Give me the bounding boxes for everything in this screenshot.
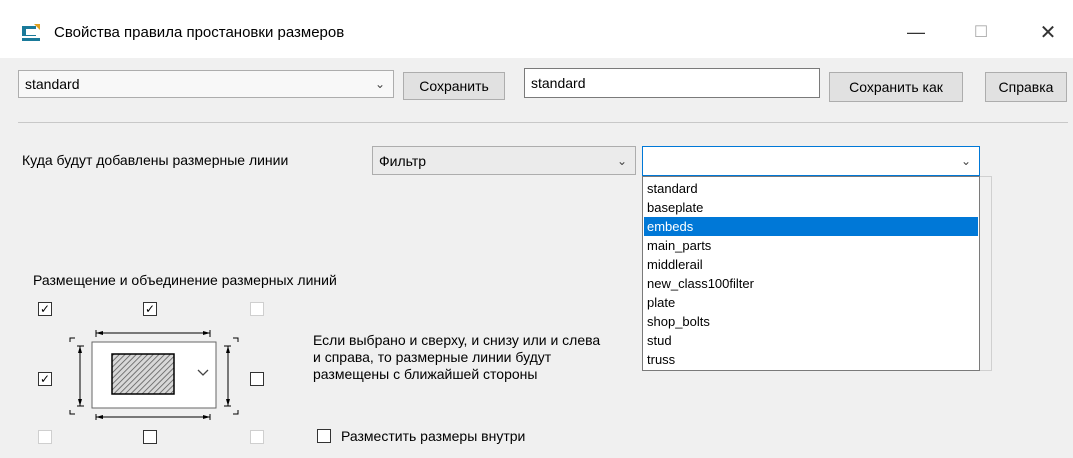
save-as-button[interactable]: Сохранить как [829,72,963,102]
place-inside-checkbox[interactable] [317,429,331,443]
preset-select[interactable]: standard ⌄ [18,70,394,98]
chevron-down-icon: ⌄ [616,153,627,168]
info-text-line-1: Если выбрано и сверху, и снизу или и сле… [313,332,601,348]
dropdown-side-panel [980,176,992,371]
chevron-down-icon: ⌄ [960,154,971,168]
help-button[interactable]: Справка [985,72,1067,102]
name-input[interactable]: standard [524,68,820,98]
save-button[interactable]: Сохранить [403,72,505,100]
dropdown-option[interactable]: truss [644,350,978,369]
chevron-down-icon: ⌄ [374,77,385,91]
info-text-line-3: размещены с ближайшей стороны [313,366,538,382]
filter-value-select[interactable]: ⌄ [642,146,980,176]
preset-select-value: standard [25,76,80,92]
dropdown-option[interactable]: standard [644,179,978,198]
dimension-preview-diagram [66,328,242,424]
filter-value-dropdown: standard baseplate embeds main_parts mid… [642,176,980,371]
bottom-center-checkbox[interactable] [143,430,157,444]
bottom-left-checkbox[interactable] [38,430,52,444]
dropdown-option[interactable]: stud [644,331,978,350]
dropdown-option[interactable]: new_class100filter [644,274,978,293]
placement-heading: Размещение и объединение размерных линий [33,272,337,288]
top-right-checkbox[interactable] [250,302,264,316]
middle-left-checkbox[interactable]: ✓ [38,372,52,386]
check-icon: ✓ [144,302,156,316]
name-input-value: standard [531,75,586,91]
dropdown-option[interactable]: plate [644,293,978,312]
bottom-right-checkbox[interactable] [250,430,264,444]
divider [18,122,1068,123]
dropdown-option-selected[interactable]: embeds [644,217,978,236]
place-inside-label: Разместить размеры внутри [341,428,526,444]
maximize-button[interactable]: ☐ [958,14,1004,50]
dropdown-option[interactable]: main_parts [644,236,978,255]
filter-select-value: Фильтр [379,152,427,169]
filter-select[interactable]: Фильтр ⌄ [372,146,636,175]
window-title: Свойства правила простановки размеров [54,24,345,41]
app-icon [20,24,42,42]
check-icon: ✓ [39,372,51,386]
check-icon: ✓ [39,302,51,316]
dropdown-option[interactable]: middlerail [644,255,978,274]
middle-right-checkbox[interactable] [250,372,264,386]
target-label: Куда будут добавлены размерные линии [22,152,289,168]
top-left-checkbox[interactable]: ✓ [38,302,52,316]
info-text-line-2: и справа, то размерные линии будут [313,349,552,365]
close-button[interactable]: ✕ [1025,14,1071,50]
minimize-button[interactable]: — [893,14,939,50]
top-center-checkbox[interactable]: ✓ [143,302,157,316]
dropdown-option[interactable]: baseplate [644,198,978,217]
dropdown-option[interactable]: shop_bolts [644,312,978,331]
